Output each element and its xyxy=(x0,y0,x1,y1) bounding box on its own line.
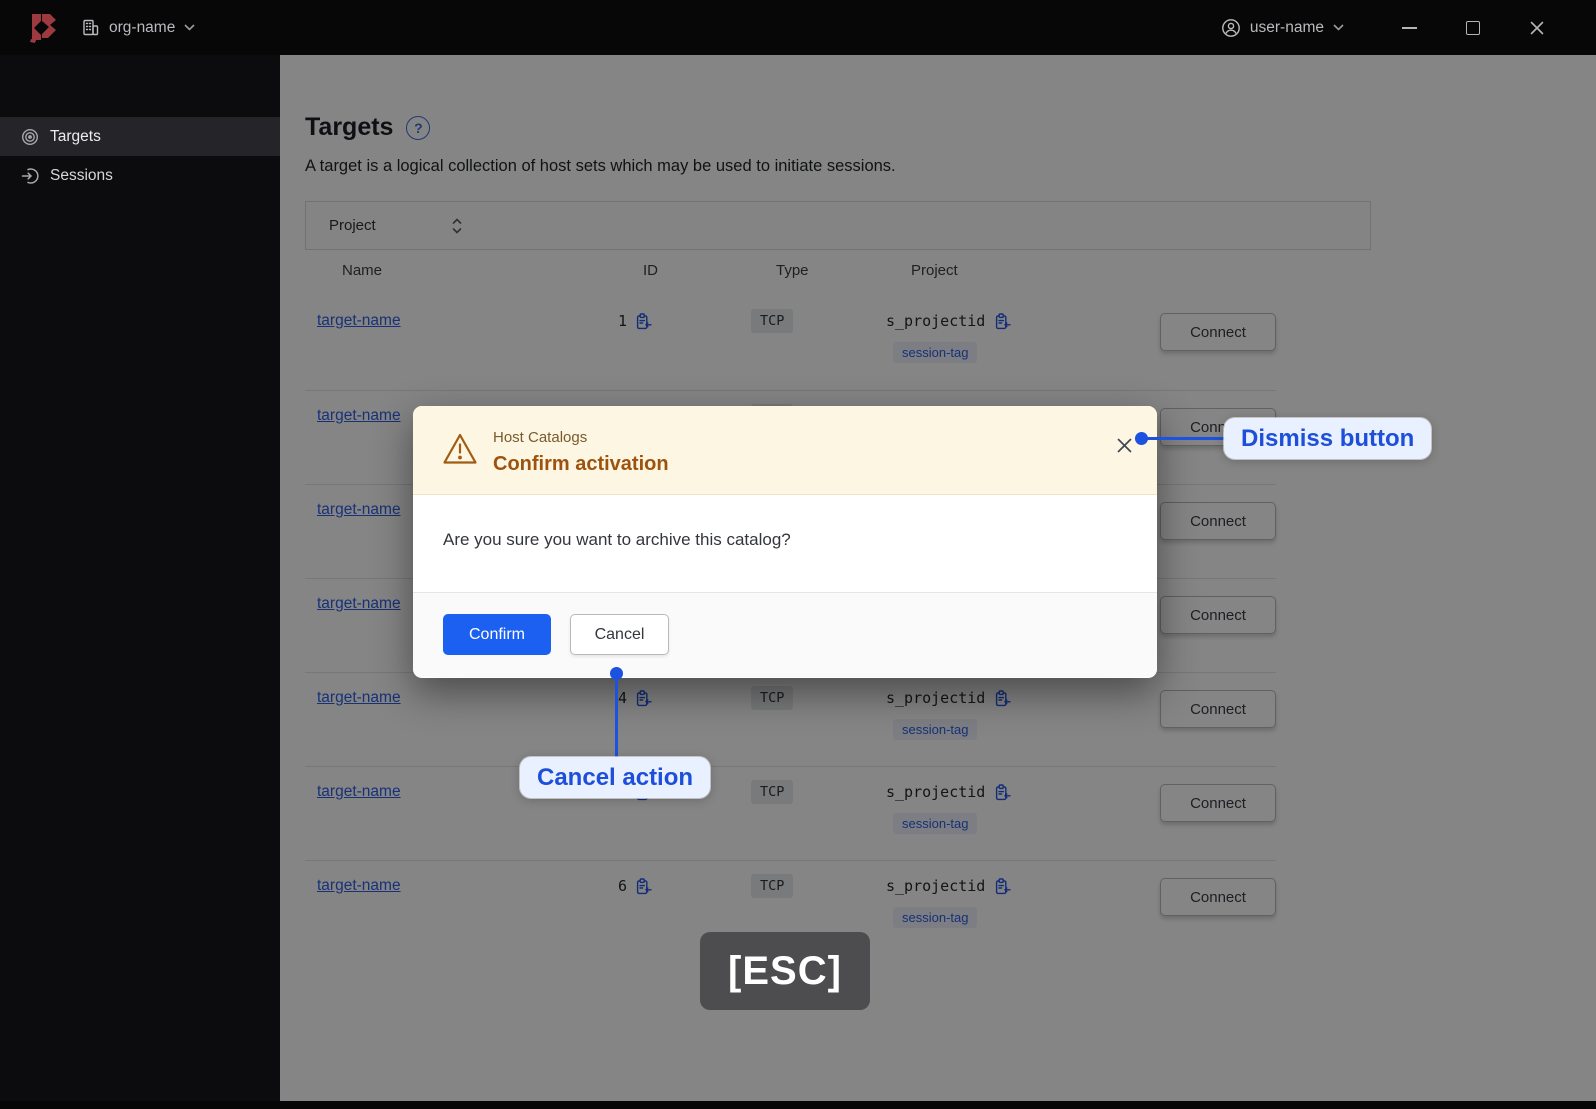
cancel-annotation-dot xyxy=(610,667,623,680)
close-icon xyxy=(1117,438,1131,452)
chevron-down-icon xyxy=(184,24,195,31)
sidebar-item-targets[interactable]: Targets xyxy=(0,117,280,156)
topbar-left: org-name xyxy=(0,12,195,44)
sidebar: Targets Sessions xyxy=(0,55,280,1101)
user-name-label: user-name xyxy=(1249,18,1324,36)
org-icon xyxy=(83,19,99,36)
chevron-down-icon xyxy=(1333,24,1344,31)
app-window: org-name user-name Targets Sessions Targ… xyxy=(0,0,1596,1109)
user-menu[interactable]: user-name xyxy=(1221,18,1344,38)
sidebar-item-label: Targets xyxy=(50,127,101,145)
topbar: org-name user-name xyxy=(0,0,1596,55)
org-name-label: org-name xyxy=(109,18,176,36)
dialog-footer: Confirm Cancel xyxy=(413,592,1157,677)
close-icon xyxy=(1530,21,1544,34)
confirm-dialog: Host Catalogs Confirm activation Are you… xyxy=(413,406,1157,678)
sidebar-item-label: Sessions xyxy=(50,166,113,184)
boundary-logo-icon xyxy=(30,13,56,43)
cancel-annotation-line xyxy=(615,674,618,758)
target-icon xyxy=(21,128,39,145)
dialog-title: Confirm activation xyxy=(493,453,669,475)
close-window-button[interactable] xyxy=(1520,11,1554,45)
dialog-body: Are you sure you want to archive this ca… xyxy=(413,495,1157,592)
org-scope-menu[interactable]: org-name xyxy=(81,18,195,37)
dismiss-annotation-label: Dismiss button xyxy=(1224,418,1432,459)
dialog-context-label: Host Catalogs xyxy=(493,429,588,446)
cancel-annotation-label: Cancel action xyxy=(520,757,711,798)
maximize-icon xyxy=(1466,20,1480,35)
cancel-button[interactable]: Cancel xyxy=(570,614,669,655)
dialog-header: Host Catalogs Confirm activation xyxy=(413,406,1157,495)
esc-key-hint: [ESC] xyxy=(700,932,870,1010)
minimize-icon xyxy=(1401,26,1417,29)
confirm-button[interactable]: Confirm xyxy=(443,614,551,655)
dismiss-annotation-line xyxy=(1141,437,1233,440)
minimize-button[interactable] xyxy=(1392,11,1426,45)
topbar-right: user-name xyxy=(1221,0,1554,55)
user-icon xyxy=(1222,18,1240,37)
warning-icon xyxy=(443,433,477,464)
session-icon xyxy=(21,167,39,184)
sidebar-item-sessions[interactable]: Sessions xyxy=(0,156,280,195)
dismiss-annotation-dot xyxy=(1135,432,1148,445)
dialog-message: Are you sure you want to archive this ca… xyxy=(443,530,791,549)
maximize-button[interactable] xyxy=(1456,11,1490,45)
